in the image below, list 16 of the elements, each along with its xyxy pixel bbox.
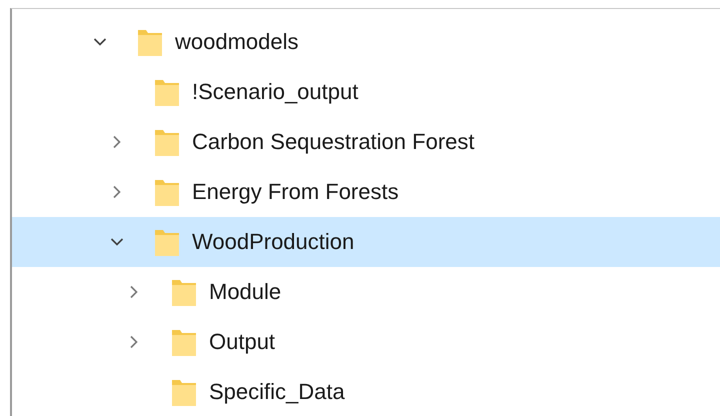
tree-row[interactable]: !Scenario_output xyxy=(12,67,720,117)
folder-icon xyxy=(154,177,180,207)
folder-icon xyxy=(154,127,180,157)
tree-row[interactable]: woodmodels xyxy=(12,17,720,67)
tree-row[interactable]: Energy From Forests xyxy=(12,167,720,217)
folder-icon xyxy=(171,377,197,407)
folder-icon xyxy=(154,77,180,107)
folder-icon xyxy=(171,327,197,357)
folder-icon xyxy=(137,27,163,57)
tree-row[interactable]: WoodProduction xyxy=(12,217,720,267)
tree-row[interactable]: Carbon Sequestration Forest xyxy=(12,117,720,167)
folder-icon xyxy=(154,227,180,257)
tree-row[interactable]: Output xyxy=(12,317,720,367)
tree-row[interactable]: Specific_Data xyxy=(12,367,720,416)
folder-icon xyxy=(171,277,197,307)
tree-row[interactable]: Module xyxy=(12,267,720,317)
